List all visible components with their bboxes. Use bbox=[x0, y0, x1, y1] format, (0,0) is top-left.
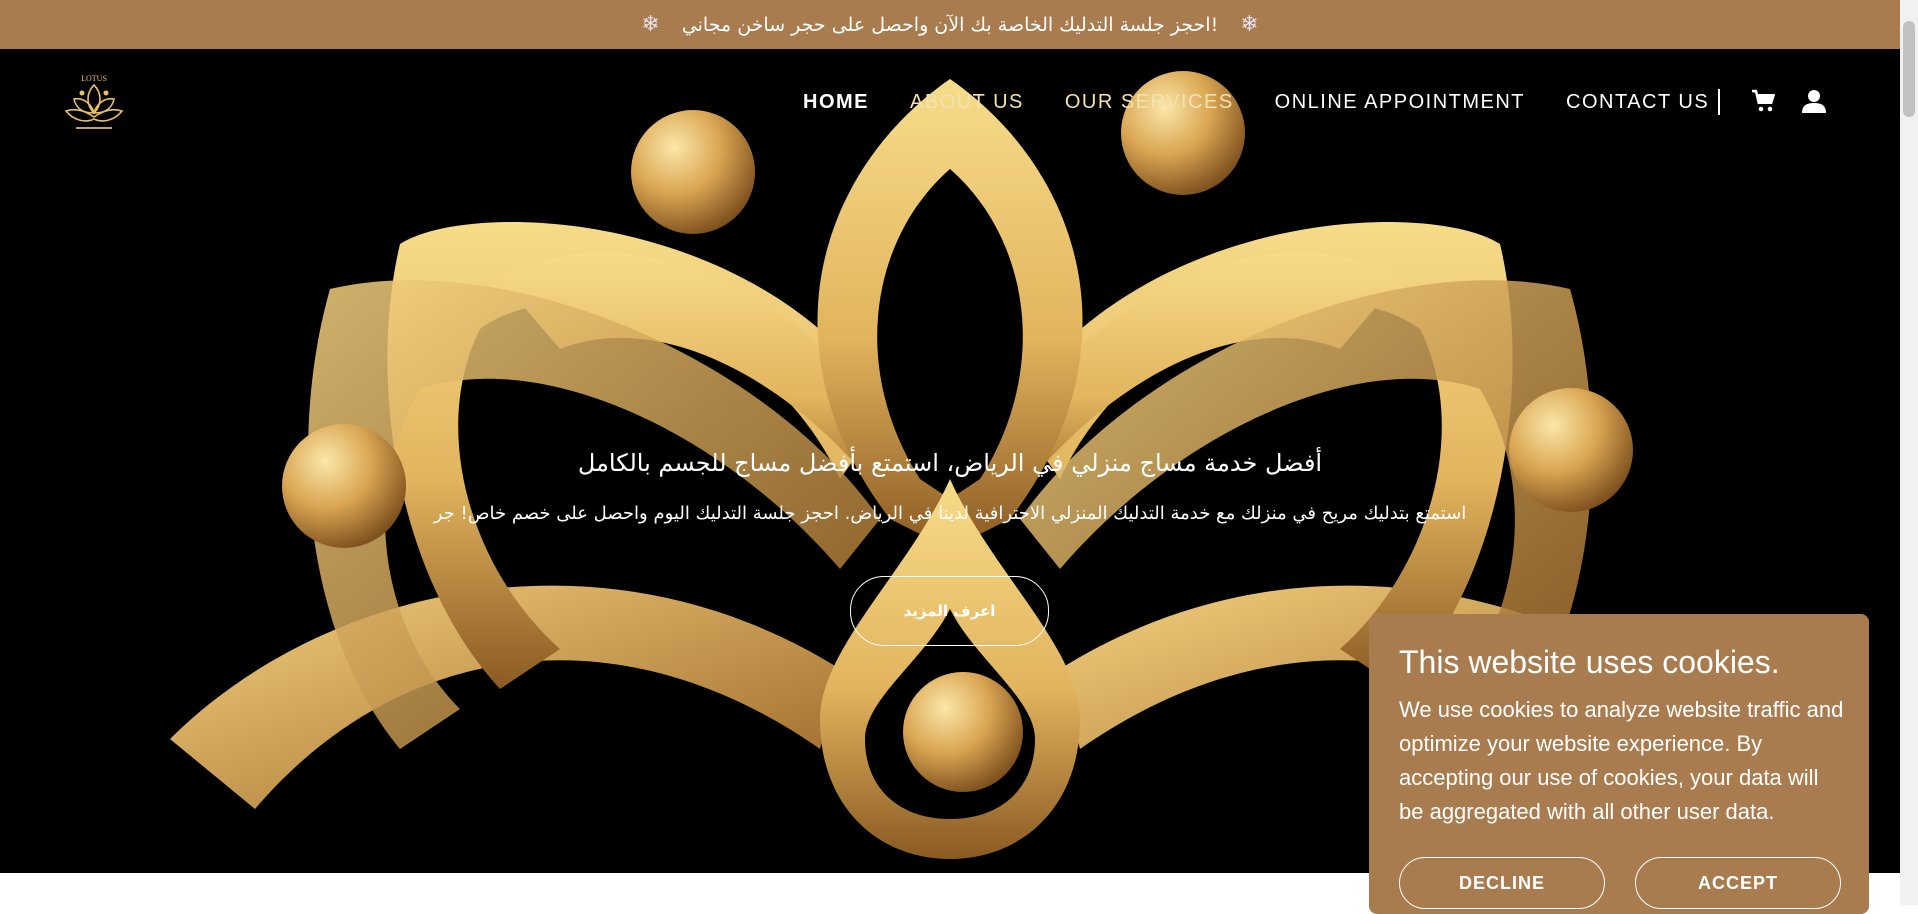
announcement-text: !احجز جلسة التدليك الخاصة بك الآن واحصل … bbox=[681, 13, 1219, 36]
snowflake-icon: ❄ bbox=[1240, 12, 1259, 37]
hero-subtitle: استمتع بتدليك مريح في منزلك مع خدمة التد… bbox=[433, 503, 1467, 524]
announcement-bar: ❄ !احجز جلسة التدليك الخاصة بك الآن واحص… bbox=[0, 0, 1900, 49]
cookie-body: We use cookies to analyze website traffi… bbox=[1399, 697, 1844, 824]
hero-title: أفضل خدمة مساج منزلي في الرياض، استمتع ب… bbox=[577, 449, 1323, 477]
nav-contact-us[interactable]: CONTACT US bbox=[1566, 91, 1709, 114]
nav-home[interactable]: HOME bbox=[803, 91, 869, 114]
scrollbar-thumb[interactable] bbox=[1903, 21, 1915, 117]
page-scrollbar[interactable] bbox=[1900, 0, 1918, 905]
cart-icon[interactable] bbox=[1751, 89, 1777, 118]
nav-online-appointment[interactable]: ONLINE APPOINTMENT bbox=[1275, 91, 1525, 114]
main-nav: HOME ABOUT US OUR SERVICES ONLINE APPOIN… bbox=[803, 91, 1750, 114]
cookie-title: This website uses cookies. bbox=[1399, 644, 1780, 680]
cookie-banner: This website uses cookies. We use cookie… bbox=[1369, 614, 1869, 914]
decline-button[interactable]: DECLINE bbox=[1399, 857, 1605, 909]
site-header: LOTUS HOME ABOUT US OUR SERVICES ONLINE … bbox=[0, 49, 1900, 159]
accept-button[interactable]: ACCEPT bbox=[1635, 857, 1841, 909]
learn-more-button[interactable]: اعرف المزيد bbox=[850, 576, 1049, 646]
lotus-logo[interactable]: LOTUS bbox=[62, 71, 126, 139]
nav-divider bbox=[1718, 89, 1720, 115]
user-icon[interactable] bbox=[1802, 89, 1826, 118]
nav-our-services[interactable]: OUR SERVICES bbox=[1065, 91, 1234, 114]
snowflake-icon: ❄ bbox=[641, 12, 660, 37]
logo-text: LOTUS bbox=[81, 74, 107, 83]
nav-about-us[interactable]: ABOUT US bbox=[910, 91, 1024, 114]
